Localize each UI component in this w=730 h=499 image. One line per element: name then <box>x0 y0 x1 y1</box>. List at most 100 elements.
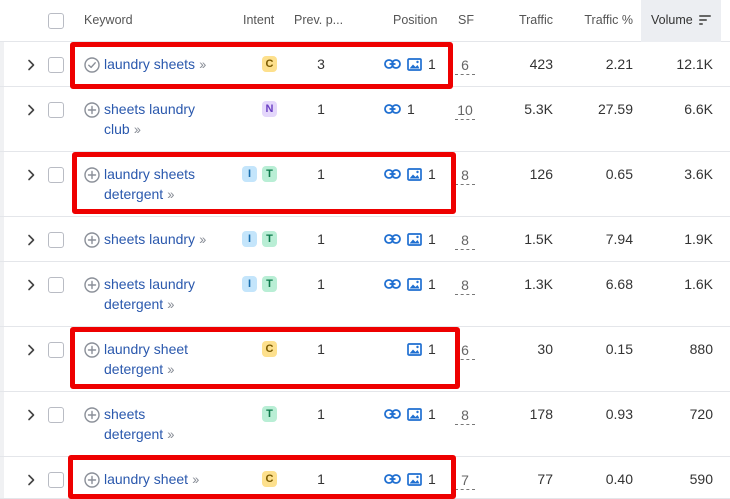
traffic-pct-value: 27.59 <box>597 101 633 117</box>
intent-badge[interactable]: N <box>262 101 277 117</box>
image-icon[interactable] <box>407 167 422 181</box>
keyword-link[interactable]: sheets laundry detergent ›› <box>104 274 234 314</box>
chevron-right-icon[interactable] <box>26 104 36 116</box>
plus-circle-icon[interactable] <box>84 407 100 423</box>
image-icon[interactable] <box>407 407 422 421</box>
intent-badge[interactable]: T <box>262 231 277 247</box>
header-position[interactable]: Position <box>393 13 437 27</box>
link-icon[interactable] <box>384 168 401 180</box>
row-checkbox[interactable] <box>48 472 64 488</box>
double-chevron-right-icon[interactable]: ›› <box>134 121 141 137</box>
keywords-table: Keyword Intent Prev. p... Position SF Tr… <box>0 0 730 499</box>
row-checkbox[interactable] <box>48 57 64 73</box>
chevron-right-icon[interactable] <box>26 59 36 71</box>
row-checkbox[interactable] <box>48 167 64 183</box>
intent-badge[interactable]: I <box>242 166 257 182</box>
keyword-text-line1: laundry sheets <box>104 166 196 182</box>
double-chevron-right-icon[interactable]: ›› <box>167 426 174 442</box>
select-all-checkbox[interactable] <box>48 13 64 29</box>
chevron-right-icon[interactable] <box>26 474 36 486</box>
link-icon[interactable] <box>384 103 401 115</box>
serp-features-count[interactable]: 8 <box>455 166 475 185</box>
serp-features-count[interactable]: 8 <box>455 406 475 425</box>
double-chevron-right-icon[interactable]: ›› <box>199 231 206 247</box>
row-checkbox[interactable] <box>48 407 64 423</box>
plus-circle-icon[interactable] <box>84 167 100 183</box>
double-chevron-right-icon[interactable]: ›› <box>192 471 199 487</box>
serp-features-count[interactable]: 7 <box>455 471 475 490</box>
traffic-value: 1.3K <box>524 276 553 292</box>
prev-position-value: 1 <box>317 276 325 292</box>
link-icon[interactable] <box>384 233 401 245</box>
intent-badge[interactable]: T <box>262 276 277 292</box>
keyword-link[interactable]: sheets detergent ›› <box>104 404 234 444</box>
traffic-value: 30 <box>537 341 553 357</box>
header-sf[interactable]: SF <box>458 13 474 27</box>
intent-badge[interactable]: C <box>262 471 277 487</box>
header-keyword[interactable]: Keyword <box>84 13 133 27</box>
intent-badge[interactable]: T <box>262 406 277 422</box>
intent-badges: C <box>262 341 277 357</box>
plus-circle-icon[interactable] <box>84 102 100 118</box>
check-circle-icon[interactable] <box>84 57 100 73</box>
chevron-right-icon[interactable] <box>26 409 36 421</box>
keyword-link[interactable]: laundry sheets detergent ›› <box>104 164 234 204</box>
row-checkbox[interactable] <box>48 342 64 358</box>
image-icon[interactable] <box>407 342 422 356</box>
traffic-pct-value: 0.15 <box>605 341 633 357</box>
image-icon[interactable] <box>407 277 422 291</box>
link-icon[interactable] <box>384 58 401 70</box>
image-icon[interactable] <box>407 472 422 486</box>
intent-badges: T <box>262 406 277 422</box>
serp-features-count[interactable]: 10 <box>455 101 475 120</box>
intent-badges: IT <box>242 166 277 182</box>
intent-badge[interactable]: C <box>262 341 277 357</box>
intent-badges: N <box>262 101 277 117</box>
header-volume-sorted[interactable]: Volume <box>641 0 721 42</box>
intent-badge[interactable]: C <box>262 56 277 72</box>
keyword-link[interactable]: sheets laundry ›› <box>104 229 234 249</box>
plus-circle-icon[interactable] <box>84 232 100 248</box>
header-prev-position[interactable]: Prev. p... <box>294 13 343 27</box>
chevron-right-icon[interactable] <box>26 344 36 356</box>
double-chevron-right-icon[interactable]: ›› <box>199 56 206 72</box>
traffic-value: 5.3K <box>524 101 553 117</box>
image-icon[interactable] <box>407 232 422 246</box>
table-row: sheets laundry ›› I T 1 1 8 1.5K 7.94 1.9K <box>0 217 730 262</box>
volume-value: 6.6K <box>684 101 713 117</box>
double-chevron-right-icon[interactable]: ›› <box>167 296 174 312</box>
plus-circle-icon[interactable] <box>84 342 100 358</box>
intent-badge[interactable]: I <box>242 276 257 292</box>
link-icon[interactable] <box>384 473 401 485</box>
header-traffic-pct[interactable]: Traffic % <box>570 13 633 27</box>
serp-features-count[interactable]: 6 <box>455 341 475 360</box>
chevron-right-icon[interactable] <box>26 169 36 181</box>
header-traffic[interactable]: Traffic <box>495 13 553 27</box>
keyword-link[interactable]: sheets laundry club ›› <box>104 99 234 139</box>
double-chevron-right-icon[interactable]: ›› <box>167 186 174 202</box>
keyword-text-line1: laundry sheets <box>104 56 196 72</box>
chevron-right-icon[interactable] <box>26 279 36 291</box>
keyword-text-line1: sheets laundry <box>104 101 196 117</box>
double-chevron-right-icon[interactable]: ›› <box>167 361 174 377</box>
intent-badge[interactable]: I <box>242 231 257 247</box>
row-checkbox[interactable] <box>48 232 64 248</box>
link-icon[interactable] <box>384 278 401 290</box>
intent-badge[interactable]: T <box>262 166 277 182</box>
header-intent[interactable]: Intent <box>243 13 274 27</box>
link-icon[interactable] <box>384 408 401 420</box>
keyword-link[interactable]: laundry sheet ›› <box>104 469 234 489</box>
serp-features-count[interactable]: 6 <box>455 56 475 75</box>
chevron-right-icon[interactable] <box>26 234 36 246</box>
serp-features-count[interactable]: 8 <box>455 276 475 295</box>
table-header: Keyword Intent Prev. p... Position SF Tr… <box>0 0 730 42</box>
image-icon[interactable] <box>407 57 422 71</box>
prev-position-value: 1 <box>317 406 325 422</box>
serp-features-count[interactable]: 8 <box>455 231 475 250</box>
plus-circle-icon[interactable] <box>84 277 100 293</box>
keyword-link[interactable]: laundry sheets ›› <box>104 54 234 74</box>
row-checkbox[interactable] <box>48 277 64 293</box>
row-checkbox[interactable] <box>48 102 64 118</box>
keyword-link[interactable]: laundry sheet detergent ›› <box>104 339 234 379</box>
plus-circle-icon[interactable] <box>84 472 100 488</box>
